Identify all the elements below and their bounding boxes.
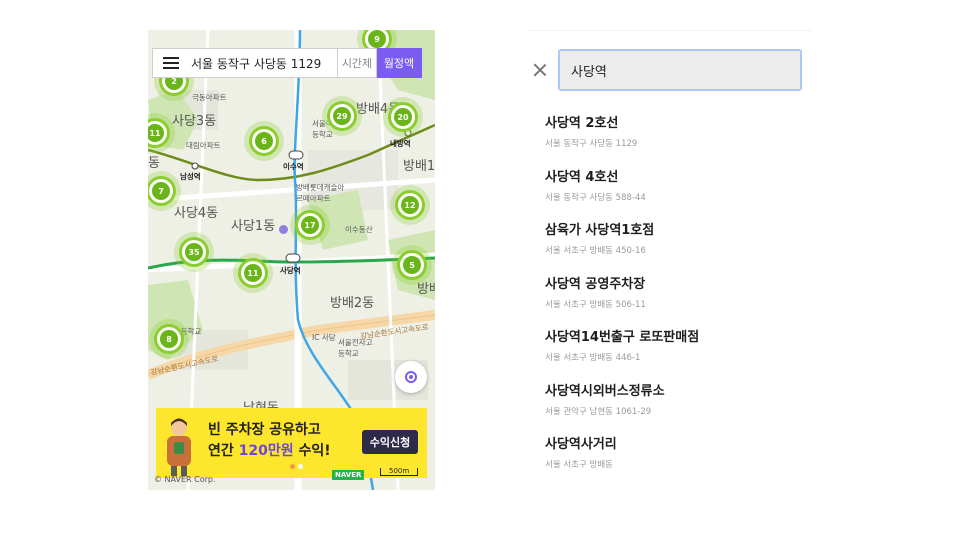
banner-message: 빈 주차장 공유하고 연간 120만원 수익! [208,420,331,462]
map-label-station: 이수역 [283,162,304,171]
list-item[interactable]: 사당역14번출구 로또판매점 서울 서초구 방배동 446-1 [545,330,699,384]
result-address: 서울 동작구 사당동 588-44 [545,192,646,203]
list-item[interactable]: 삼육가 사당역1호점 서울 서초구 방배동 450-16 [545,223,699,277]
apply-revenue-button[interactable]: 수익신청 [362,430,418,454]
map-top-bar: 서울 동작구 사당동 1129 시간제 월정액 [152,48,422,78]
parking-cluster-marker[interactable]: 17 [295,210,325,240]
map-label-station: 사당역 [280,266,301,275]
parking-cluster-marker[interactable]: 12 [395,190,425,220]
naver-badge: NAVER [332,470,365,480]
map-label-district: 사당4동 [174,206,219,221]
search-screen: 사당역 2호선 서울 동작구 사당동 1129 사당역 4호선 서울 동작구 사… [527,30,817,490]
person-illustration-icon [167,418,191,476]
result-address: 서울 동작구 사당동 1129 [545,139,638,149]
parking-cluster-marker[interactable]: 29 [327,101,357,131]
map-screen: 사당3동 사당4동 사당1동 방배4동 방배2동 방배1 방배 남현동 동 극동… [148,30,435,490]
map-label-district: 동 [148,156,160,171]
map-label-poi: 방배롯데캐슬아르떼아파트 [296,183,345,203]
map-label-poi: 대림아파트 [186,141,221,150]
map-label-poi: IC 사당 [312,333,336,342]
list-item[interactable]: 사당역사거리 서울 서초구 방배동 [545,437,699,491]
map-label-poi: 서울전자고등학교 [338,338,373,358]
map-label-district: 사당1동 [231,219,276,234]
map-label-district: 방배2동 [330,296,375,311]
result-address: 서울 관악구 남현동 1061-29 [545,406,652,417]
result-address: 서울 서초구 방배동 446-1 [545,353,641,363]
menu-icon[interactable] [163,57,179,69]
result-title: 사당역14번출구 로또판매점 [545,330,700,345]
result-address: 서울 서초구 방배동 [545,460,613,470]
result-title: 사당역 4호선 [545,169,619,185]
banner-line1: 빈 주차장 공유하고 [208,422,321,438]
promo-banner[interactable]: 빈 주차장 공유하고 연간 120만원 수익! 수익신청 NAVER 500m [156,408,427,480]
parking-cluster-marker[interactable]: 5 [397,250,427,280]
map-label-station: 내방역 [390,139,411,148]
result-title: 사당역시외버스정류소 [545,383,665,399]
tab-monthly[interactable]: 월정액 [377,48,422,78]
parking-cluster-marker[interactable]: 6 [249,126,279,156]
banner-line2: 연간 120만원 수익! [208,443,331,459]
list-item[interactable]: 사당역 4호선 서울 동작구 사당동 588-44 [545,170,699,224]
map-scale-label: 500m [389,467,410,475]
map-label-district: 방배 [417,282,435,297]
crosshair-icon [405,371,417,383]
result-address: 서울 서초구 방배동 506-11 [545,299,646,310]
parking-cluster-marker[interactable]: 11 [238,258,268,288]
close-icon[interactable] [533,63,547,77]
result-title: 삼육가 사당역1호점 [545,223,655,238]
map-copyright: © NAVER Corp. [154,475,216,484]
parking-cluster-marker[interactable]: 8 [154,324,184,354]
map-label-station: 남성역 [180,172,201,181]
current-location-dot [279,225,288,234]
search-results-list: 사당역 2호선 서울 동작구 사당동 1129 사당역 4호선 서울 동작구 사… [545,116,699,491]
map-label-district: 방배1 [403,159,435,174]
search-box[interactable] [558,49,802,91]
map-label-poi: 극동아파트 [192,93,227,102]
result-address: 서울 서초구 방배동 450-16 [545,246,646,256]
list-item[interactable]: 사당역 공영주차장 서울 서초구 방배동 506-11 [545,277,699,331]
tab-hourly[interactable]: 시간제 [338,48,377,78]
parking-cluster-marker[interactable]: 35 [179,237,209,267]
carousel-dots[interactable] [290,464,303,469]
divider [527,30,812,31]
result-title: 사당역 2호선 [545,116,619,131]
result-title: 사당역사거리 [545,437,617,452]
list-item[interactable]: 사당역 2호선 서울 동작구 사당동 1129 [545,116,699,170]
result-title: 사당역 공영주차장 [545,276,646,292]
parking-cluster-marker[interactable]: 20 [388,102,418,132]
list-item[interactable]: 사당역시외버스정류소 서울 관악구 남현동 1061-29 [545,384,699,438]
address-text: 서울 동작구 사당동 1129 [191,56,322,71]
map-label-poi: 이수동산 [345,225,373,234]
map-label-district: 사당3동 [172,114,217,129]
search-input[interactable] [560,51,800,89]
address-bar[interactable]: 서울 동작구 사당동 1129 [152,48,338,78]
locate-me-button[interactable] [395,361,427,393]
